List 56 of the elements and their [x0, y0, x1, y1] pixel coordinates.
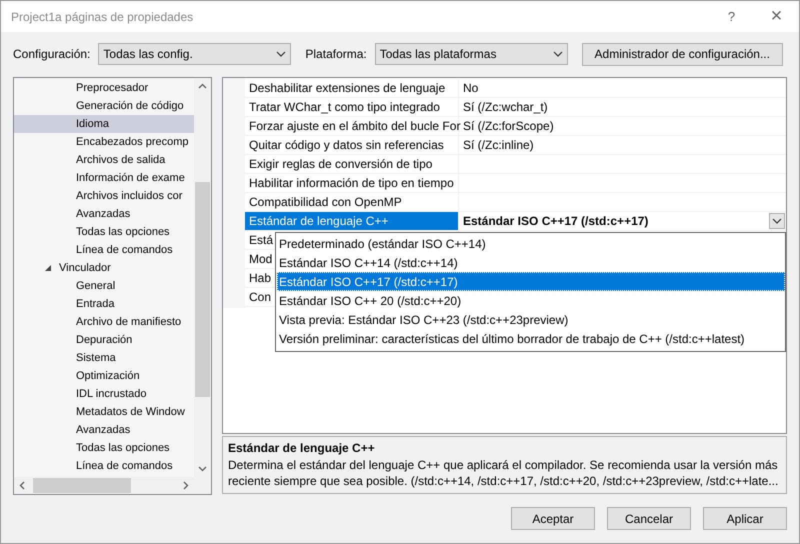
platform-label: Plataforma:	[305, 47, 367, 61]
tree-item[interactable]: Idioma	[14, 115, 194, 133]
tree-item[interactable]: Archivos de salida	[14, 151, 194, 169]
property-name[interactable]: Habilitar información de tipo en tiempo	[245, 174, 459, 193]
help-button[interactable]: ?	[709, 1, 754, 32]
platform-dropdown[interactable]: Todas las plataformas	[374, 43, 568, 65]
close-button[interactable]: ×	[754, 1, 799, 32]
tree-item[interactable]: Avanzadas	[14, 205, 194, 223]
chevron-down-icon	[276, 51, 286, 57]
property-name[interactable]: Tratar WChar_t como tipo integrado	[245, 98, 459, 117]
tree-item[interactable]: Todas las opciones	[14, 439, 194, 457]
tree-item[interactable]: Metadatos de Window	[14, 403, 194, 421]
property-name[interactable]: Exigir reglas de conversión de tipo	[245, 155, 459, 174]
tree-item[interactable]: Todas las opciones	[14, 223, 194, 241]
property-name[interactable]: Estándar de lenguaje C++	[245, 212, 459, 231]
tree-item[interactable]: Vinculador	[14, 259, 194, 277]
tree-item[interactable]: Entrada	[14, 295, 194, 313]
tree-item[interactable]: Preprocesador	[14, 79, 194, 97]
property-value: No	[463, 81, 480, 95]
chevron-down-icon	[772, 218, 782, 224]
description-title: Estándar de lenguaje C++	[228, 441, 376, 455]
property-name[interactable]: Deshabilitar extensiones de lenguaje	[245, 79, 459, 98]
property-value: Sí (/Zc:forScope)	[463, 119, 555, 133]
tree-item[interactable]: General	[14, 277, 194, 295]
dialog-button[interactable]: Aceptar	[511, 507, 595, 530]
tree-item[interactable]: Línea de comandos	[14, 457, 194, 475]
property-value: Estándar ISO C++17 (/std:c++17)	[463, 214, 650, 228]
tree-item[interactable]: Sistema	[14, 349, 194, 367]
configuration-label: Configuración:	[13, 47, 90, 61]
configuration-dropdown[interactable]: Todas las config.	[98, 43, 292, 65]
tree-item[interactable]: Avanzadas	[14, 421, 194, 439]
dropdown-option[interactable]: Estándar ISO C++17 (/std:c++17)	[277, 272, 785, 291]
tree-item[interactable]: Depuración	[14, 331, 194, 349]
vertical-scrollbar[interactable]	[194, 78, 211, 477]
tree-item[interactable]: Optimización	[14, 367, 194, 385]
property-name[interactable]: Quitar código y datos sin referencias	[245, 136, 459, 155]
expand-arrow-icon[interactable]	[44, 264, 52, 272]
dropdown-button[interactable]	[769, 213, 785, 229]
horizontal-scrollbar[interactable]	[14, 477, 194, 494]
dialog-button[interactable]: Aplicar	[703, 507, 787, 530]
property-value: Sí (/Zc:inline)	[463, 138, 535, 152]
tree-item[interactable]: Archivo de manifiesto	[14, 313, 194, 331]
property-name[interactable]: Compatibilidad con OpenMP	[245, 193, 459, 212]
window-title: Project1a páginas de propiedades	[11, 10, 194, 24]
tree-item[interactable]: Archivos incluidos cor	[14, 187, 194, 205]
tree-item[interactable]: Línea de comandos	[14, 241, 194, 259]
dialog-button[interactable]: Cancelar	[607, 507, 691, 530]
property-name[interactable]: Forzar ajuste en el ámbito del bucle For	[245, 117, 459, 136]
configuration-manager-button[interactable]: Administrador de configuración...	[582, 42, 783, 66]
tree-item[interactable]: Generación de código	[14, 97, 194, 115]
tree-item[interactable]: Información de exame	[14, 169, 194, 187]
tree-item[interactable]: IDL incrustado	[14, 385, 194, 403]
chevron-down-icon	[552, 51, 563, 57]
tree-item[interactable]: Encabezados precomp	[14, 133, 194, 151]
description-text: Determina el estándar del lenguaje C++ que aplicará el compilador. Se recomienda usar la versión más reciente siempre que sea posible. (/std:c++14, /std:c++17, /std:c++20, /std:c++23preview, /std:c++late...	[228, 457, 780, 489]
property-value: Sí (/Zc:wchar_t)	[463, 100, 549, 114]
